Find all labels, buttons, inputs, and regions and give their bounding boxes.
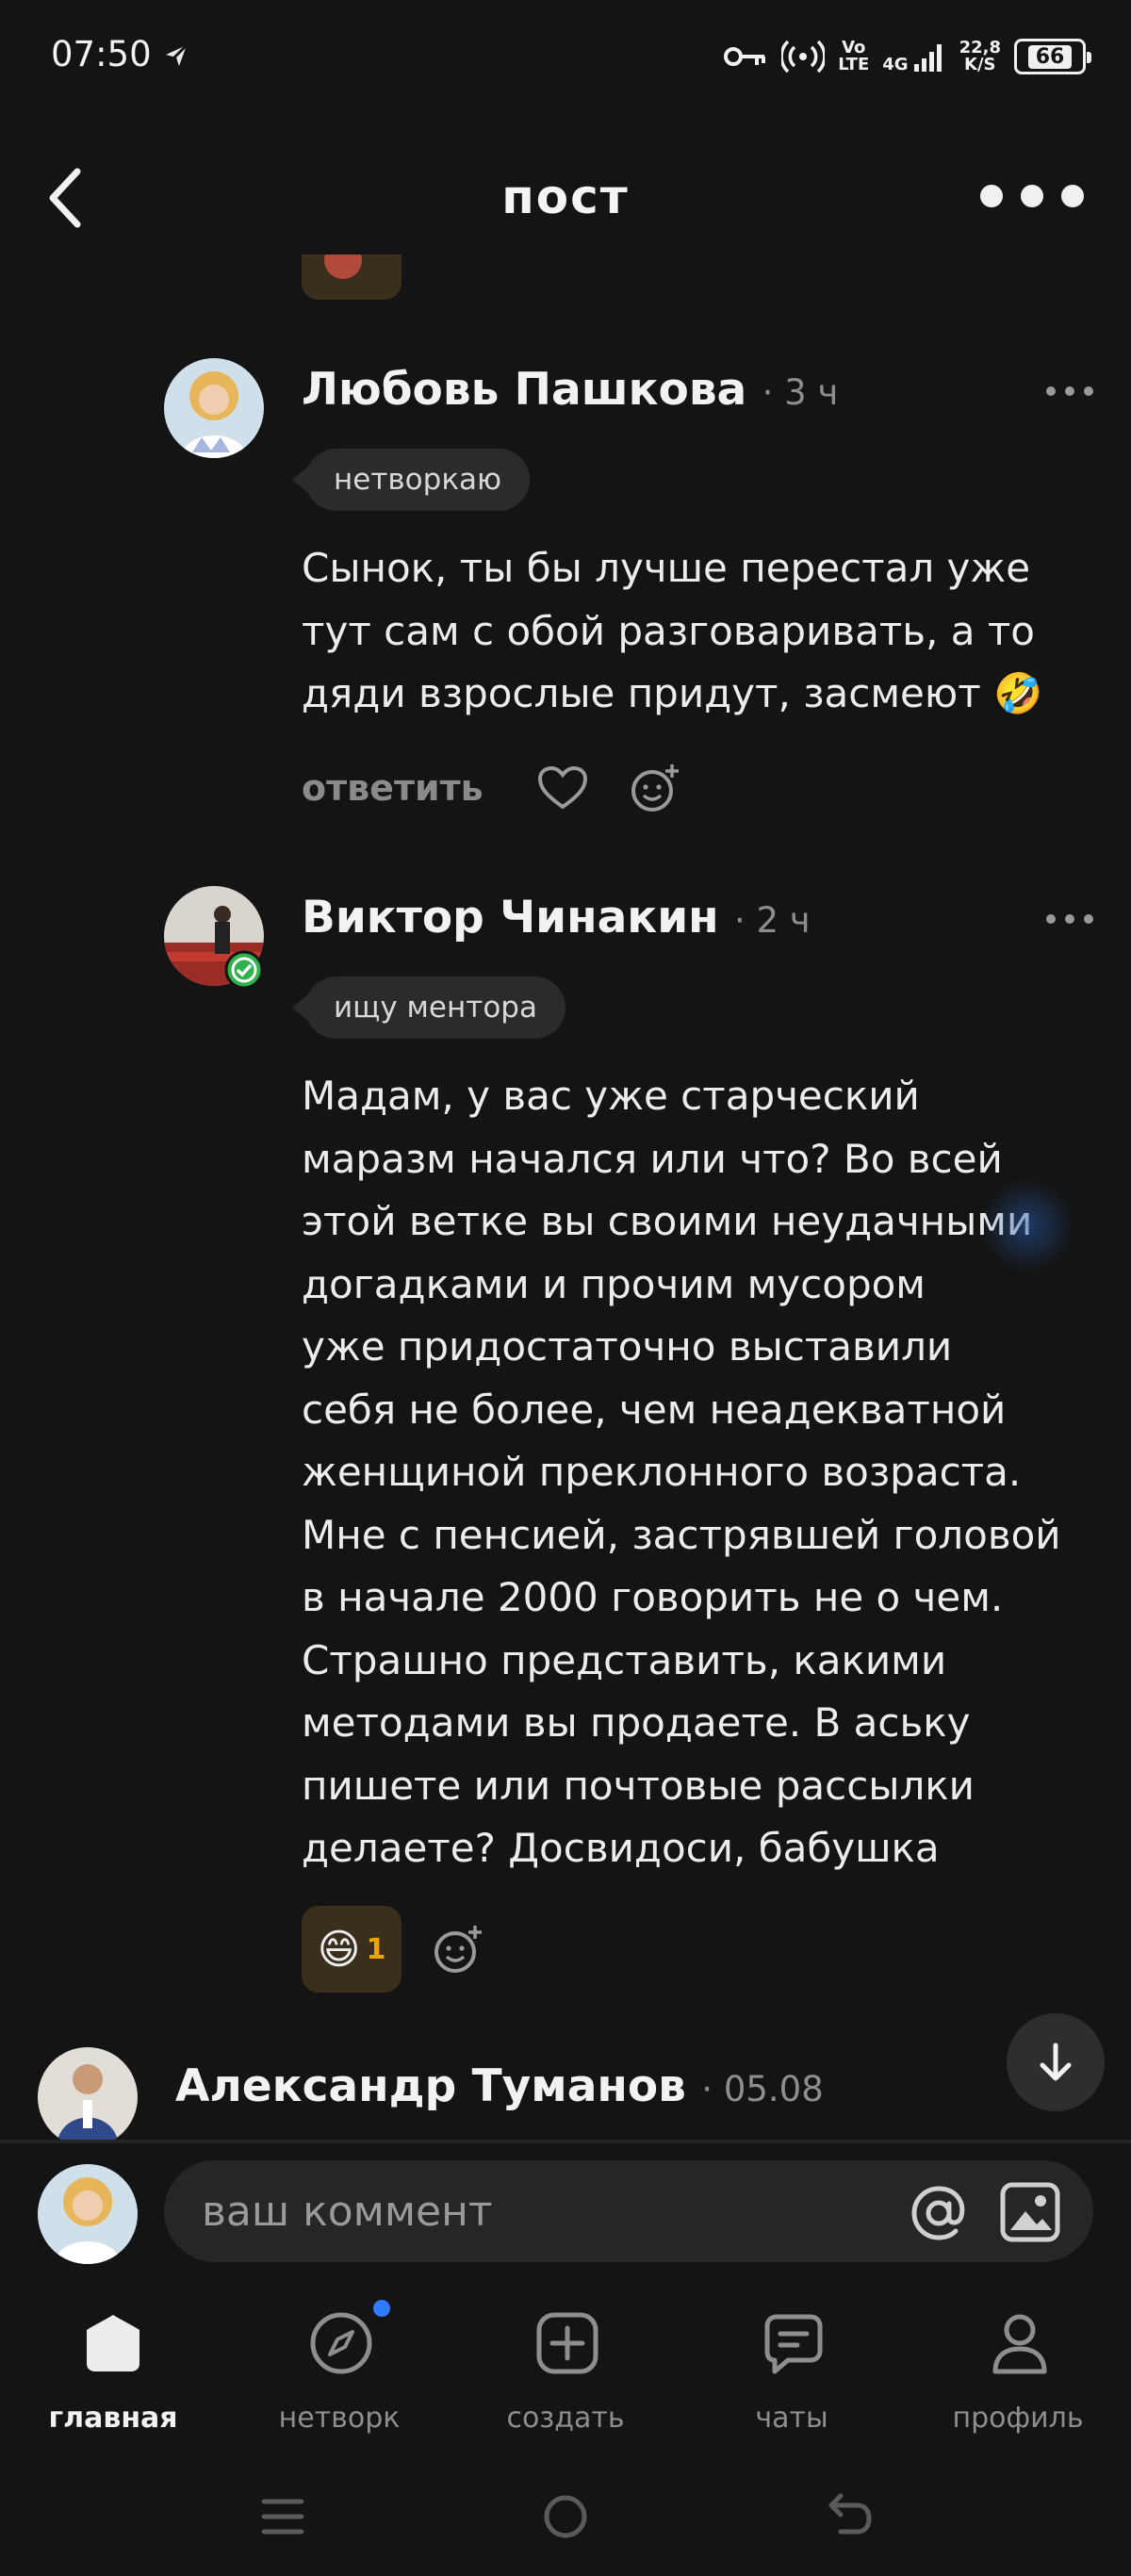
nav-label: создать xyxy=(506,2402,625,2435)
attach-image-icon[interactable] xyxy=(999,2181,1061,2243)
home-icon xyxy=(87,2315,139,2371)
comment-more-icon[interactable] xyxy=(1046,386,1093,400)
comment-item: Александр Туманов · 05.08 xyxy=(0,2047,1131,2140)
notification-dot xyxy=(373,2300,390,2317)
volte-indicator: Vo LTE xyxy=(838,38,870,74)
reaction-count: 1 xyxy=(366,1932,386,1966)
add-reaction-icon[interactable] xyxy=(430,1921,486,1977)
nav-home[interactable]: главная xyxy=(0,2290,226,2441)
my-avatar[interactable] xyxy=(38,2164,138,2264)
send-notification-icon xyxy=(164,43,188,68)
comment-author[interactable]: Александр Туманов · 05.08 xyxy=(175,2060,824,2112)
profile-icon xyxy=(992,2314,1047,2374)
scroll-down-button[interactable] xyxy=(1007,2013,1105,2111)
touch-indicator xyxy=(980,1178,1074,1272)
comment-time: · 05.08 xyxy=(701,2069,824,2109)
nav-create[interactable]: создать xyxy=(452,2290,679,2441)
avatar[interactable] xyxy=(38,2047,138,2140)
comment-input-container xyxy=(164,2160,1093,2262)
home-circle-icon[interactable] xyxy=(537,2488,594,2545)
nav-label: нетворк xyxy=(278,2402,401,2435)
add-reaction-icon[interactable] xyxy=(627,760,683,816)
avatar[interactable] xyxy=(164,358,264,458)
comment-actions: 😄 1 xyxy=(302,1906,486,1993)
comment-input[interactable] xyxy=(202,2160,861,2262)
status-tag: нетворкаю xyxy=(291,449,531,511)
top-app-bar: пост xyxy=(0,141,1131,254)
more-options-icon[interactable] xyxy=(980,177,1084,215)
back-icon[interactable] xyxy=(820,2488,877,2545)
nav-chats[interactable]: чаты xyxy=(679,2290,905,2441)
nav-label: профиль xyxy=(952,2402,1084,2435)
comment-text: Сынок, ты бы лучше перестал уже тут сам … xyxy=(302,545,1043,716)
comment-more-icon[interactable] xyxy=(1046,914,1093,927)
nav-profile[interactable]: профиль xyxy=(905,2290,1131,2441)
comment-author[interactable]: Виктор Чинакин · 2 ч xyxy=(302,892,811,943)
status-time: 07:50 xyxy=(51,34,152,74)
nav-label: главная xyxy=(48,2402,178,2435)
network-4g-indicator: 4G xyxy=(882,40,945,74)
compass-icon xyxy=(310,2312,372,2374)
comment-time: · 3 ч xyxy=(762,372,839,413)
hotspot-icon xyxy=(781,40,826,74)
chat-icon xyxy=(764,2314,823,2374)
status-tag: ищу ментора xyxy=(292,976,566,1039)
comment-actions: ответить xyxy=(302,760,683,816)
like-heart-icon[interactable] xyxy=(534,760,591,816)
previous-reaction-chip[interactable] xyxy=(302,254,402,300)
bottom-navigation: главная нетворк создать чаты профиль xyxy=(0,2290,1131,2441)
menu-icon[interactable] xyxy=(254,2488,311,2545)
mention-at-icon[interactable] xyxy=(909,2183,969,2243)
status-icons: Vo LTE 4G 22,8 K/S 66 xyxy=(723,28,1091,85)
battery-level: 66 xyxy=(1027,44,1073,69)
nav-label: чаты xyxy=(755,2402,828,2435)
plus-square-icon xyxy=(536,2312,598,2374)
battery-icon: 66 xyxy=(1014,39,1091,74)
signal-icon xyxy=(913,44,942,72)
reaction-chip[interactable]: 😄 1 xyxy=(302,1906,402,1993)
system-navigation-bar xyxy=(0,2469,1131,2576)
comment-author[interactable]: Любовь Пашкова · 3 ч xyxy=(302,364,838,416)
key-icon xyxy=(724,47,766,66)
nav-network[interactable]: нетворк xyxy=(226,2290,452,2441)
network-speed: 22,8 K/S xyxy=(959,38,1001,74)
page-title: пост xyxy=(501,170,630,224)
reaction-emoji: 😄 xyxy=(317,1925,361,1974)
reply-button[interactable]: ответить xyxy=(302,767,484,809)
comment-text: Мадам, у вас уже старческий маразм начал… xyxy=(302,1073,1061,1871)
verified-badge-icon xyxy=(224,950,264,990)
status-bar: 07:50 Vo LTE 4G 22,8 K/S 66 xyxy=(0,0,1131,113)
comment-composer xyxy=(0,2143,1131,2280)
arrow-down-icon xyxy=(1040,2043,1072,2081)
comment-time: · 2 ч xyxy=(733,900,811,941)
